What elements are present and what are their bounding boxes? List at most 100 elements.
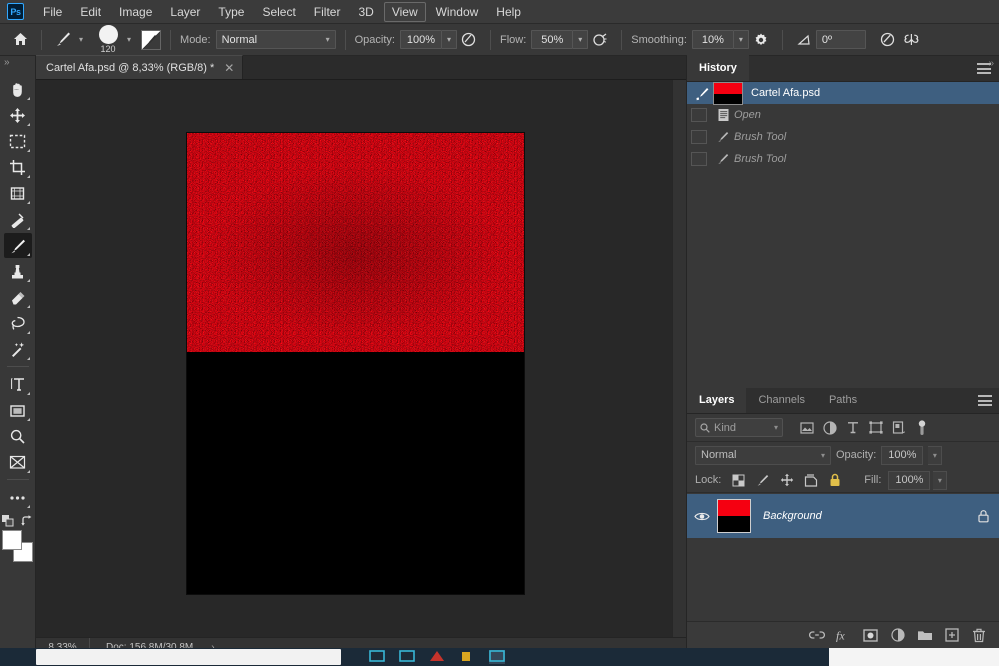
history-state-brush-2[interactable]: Brush Tool xyxy=(687,148,999,170)
filter-smart-object-layers-icon[interactable] xyxy=(887,417,910,439)
taskbar-app-2[interactable] xyxy=(399,650,415,664)
tab-history[interactable]: History xyxy=(687,55,749,81)
lock-image-pixels-icon[interactable] xyxy=(752,470,773,490)
history-state-brush-1[interactable]: Brush Tool xyxy=(687,126,999,148)
clone-stamp-tool[interactable] xyxy=(4,259,32,284)
history-panel-menu-icon[interactable] xyxy=(977,63,991,74)
layer-row-background[interactable]: Background xyxy=(687,494,999,538)
history-state-open[interactable]: Open xyxy=(687,104,999,126)
taskbar-app-4[interactable] xyxy=(459,650,475,664)
start-button[interactable] xyxy=(0,648,36,666)
swap-colors-icon[interactable] xyxy=(20,514,34,528)
canvas-vertical-scrollbar[interactable] xyxy=(672,80,686,637)
document-tab[interactable]: Cartel Afa.psd @ 8,33% (RGB/8) * ✕ xyxy=(36,55,244,79)
menu-file[interactable]: File xyxy=(35,2,70,22)
move-tool[interactable] xyxy=(4,103,32,128)
menu-help[interactable]: Help xyxy=(488,2,529,22)
smoothing-input[interactable]: 10% xyxy=(691,30,734,49)
flow-input[interactable]: 50% xyxy=(531,30,574,49)
shape-tool[interactable] xyxy=(4,398,32,423)
taskbar-system-tray[interactable] xyxy=(829,648,999,666)
history-state-source-checkbox[interactable] xyxy=(691,108,707,122)
menu-filter[interactable]: Filter xyxy=(306,2,349,22)
tab-paths[interactable]: Paths xyxy=(817,387,869,413)
foreground-color-swatch[interactable] xyxy=(1,530,22,550)
tab-layers[interactable]: Layers xyxy=(687,387,747,413)
canvas-area[interactable] xyxy=(36,80,686,637)
frame-tool[interactable] xyxy=(4,181,32,206)
hand-tool[interactable] xyxy=(4,77,32,102)
brush-preset-chevron-down-icon[interactable]: ▾ xyxy=(79,35,83,44)
layer-visibility-eye-icon[interactable] xyxy=(687,511,717,522)
filter-pixel-layers-icon[interactable] xyxy=(795,417,818,439)
rectangular-marquee-tool[interactable] xyxy=(4,129,32,154)
layer-opacity-input[interactable]: 100% xyxy=(881,445,924,465)
layer-name[interactable]: Background xyxy=(751,510,966,522)
brush-preset-icon[interactable] xyxy=(51,28,75,52)
edit-toolbar-ellipsis-icon[interactable] xyxy=(4,485,32,510)
filter-type-layers-icon[interactable] xyxy=(841,417,864,439)
taskbar-app-1[interactable] xyxy=(369,650,385,664)
layer-fill-input[interactable]: 100% xyxy=(888,470,931,490)
new-group-icon[interactable] xyxy=(911,622,938,649)
menu-image[interactable]: Image xyxy=(111,2,160,22)
menu-edit[interactable]: Edit xyxy=(72,2,109,22)
filter-toggle-switch-icon[interactable] xyxy=(910,417,933,439)
crop-tool[interactable] xyxy=(4,155,32,180)
smoothing-chevron-down-icon[interactable]: ▾ xyxy=(733,30,749,49)
opacity-chevron-down-icon[interactable]: ▾ xyxy=(441,30,457,49)
history-state-source-checkbox[interactable] xyxy=(691,152,707,166)
layer-kind-filter-select[interactable]: Kind ▾ xyxy=(695,418,783,437)
eyedropper-tool[interactable] xyxy=(4,207,32,232)
menu-type[interactable]: Type xyxy=(210,2,252,22)
menu-3d[interactable]: 3D xyxy=(350,2,381,22)
close-icon[interactable]: ✕ xyxy=(224,61,234,75)
menu-select[interactable]: Select xyxy=(254,2,303,22)
flow-chevron-down-icon[interactable]: ▾ xyxy=(573,30,589,49)
opacity-input[interactable]: 100% xyxy=(399,30,442,49)
lock-all-icon[interactable] xyxy=(824,470,845,490)
brush-tool[interactable] xyxy=(3,233,32,258)
new-layer-icon[interactable] xyxy=(938,622,965,649)
link-layers-icon[interactable] xyxy=(803,622,830,649)
menu-layer[interactable]: Layer xyxy=(162,2,208,22)
artboard[interactable] xyxy=(187,133,524,594)
lock-transparent-pixels-icon[interactable] xyxy=(728,470,749,490)
menu-view[interactable]: View xyxy=(383,1,426,22)
add-layer-mask-icon[interactable] xyxy=(857,622,884,649)
tab-channels[interactable]: Channels xyxy=(746,387,816,413)
airbrush-icon[interactable] xyxy=(588,28,612,52)
brush-settings-icon[interactable] xyxy=(141,29,162,50)
lasso-tool[interactable] xyxy=(4,311,32,336)
history-state-snapshot[interactable]: Cartel Afa.psd xyxy=(687,81,999,105)
new-adjustment-layer-icon[interactable] xyxy=(884,622,911,649)
taskbar-search-input[interactable] xyxy=(36,649,341,665)
filter-shape-layers-icon[interactable] xyxy=(864,417,887,439)
history-state-source-checkbox[interactable] xyxy=(691,130,707,144)
lock-position-icon[interactable] xyxy=(776,470,797,490)
layer-style-fx-icon[interactable]: fx xyxy=(830,622,857,649)
color-swatches[interactable] xyxy=(1,530,34,564)
taskbar-app-3[interactable] xyxy=(429,650,445,664)
layer-opacity-chevron-down-icon[interactable]: ▾ xyxy=(928,445,943,465)
taskbar-app-photoshop[interactable] xyxy=(489,650,505,664)
symmetry-butterfly-icon[interactable] xyxy=(900,28,924,52)
pressure-opacity-icon[interactable] xyxy=(457,28,481,52)
layers-panel-menu-icon[interactable] xyxy=(978,395,992,406)
gear-icon[interactable] xyxy=(749,28,773,52)
layer-locked-icon[interactable] xyxy=(966,509,999,523)
lock-artboard-nesting-icon[interactable] xyxy=(800,470,821,490)
default-colors-icon[interactable] xyxy=(1,514,16,528)
home-icon[interactable] xyxy=(8,28,32,52)
delete-layer-trash-icon[interactable] xyxy=(965,622,992,649)
blend-mode-select[interactable]: Normal ▾ xyxy=(215,30,336,49)
layer-fill-chevron-down-icon[interactable]: ▾ xyxy=(933,470,948,490)
type-tool[interactable] xyxy=(4,372,32,397)
zoom-tool[interactable] xyxy=(4,424,32,449)
layer-blend-mode-select[interactable]: Normal ▾ xyxy=(695,445,831,465)
brush-angle-input[interactable]: 0º xyxy=(815,30,866,49)
pressure-size-icon[interactable] xyxy=(876,28,900,52)
tools-collapse-chevron-icon[interactable]: » xyxy=(0,56,35,70)
brush-panel-chevron-down-icon[interactable]: ▾ xyxy=(127,35,131,44)
menu-window[interactable]: Window xyxy=(428,2,487,22)
